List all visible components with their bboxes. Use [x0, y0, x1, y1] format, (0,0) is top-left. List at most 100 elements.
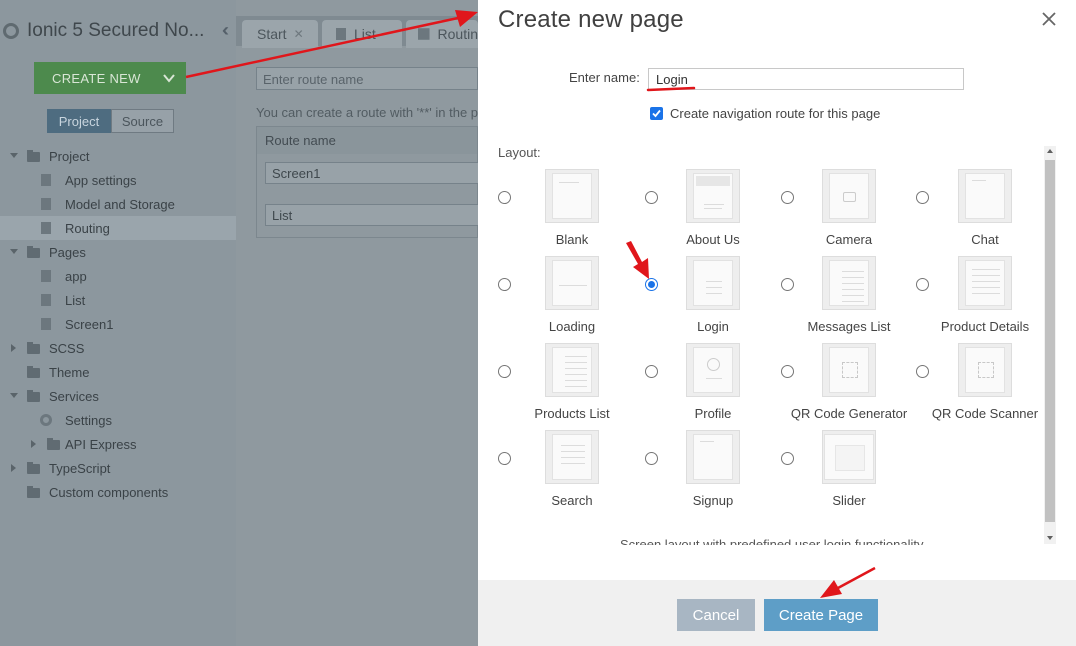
close-icon[interactable]: ✕	[294, 27, 304, 41]
layout-label-messages-list[interactable]: Messages List	[774, 319, 924, 334]
about-layout-icon[interactable]	[686, 169, 740, 223]
layout-label-chat[interactable]: Chat	[910, 232, 1060, 247]
tree-item-settings[interactable]: Settings	[0, 408, 236, 432]
profile-layout-icon[interactable]	[686, 343, 740, 397]
layout-radio-qr-code-generator[interactable]	[781, 365, 794, 378]
slider-layout-icon[interactable]	[822, 430, 876, 484]
tab-list[interactable]: List	[322, 20, 402, 48]
tree-item-app-settings[interactable]: App settings	[0, 168, 236, 192]
layout-radio-qr-code-scanner[interactable]	[916, 365, 929, 378]
create-new-button[interactable]: CREATE NEW	[34, 62, 186, 94]
source-segment[interactable]: Source	[111, 109, 174, 133]
layout-radio-profile[interactable]	[645, 365, 658, 378]
layout-label-login[interactable]: Login	[638, 319, 788, 334]
layout-label-about-us[interactable]: About Us	[638, 232, 788, 247]
tree-item-api-express[interactable]: API Express	[0, 432, 236, 456]
layout-radio-camera[interactable]	[781, 191, 794, 204]
layout-label-product-details[interactable]: Product Details	[910, 319, 1060, 334]
nav-route-label[interactable]: Create navigation route for this page	[670, 106, 880, 121]
layout-label-search[interactable]: Search	[497, 493, 647, 508]
tree-item-project[interactable]: Project	[0, 144, 236, 168]
tree-item-custom-components[interactable]: Custom components	[0, 480, 236, 504]
layout-label-blank[interactable]: Blank	[497, 232, 647, 247]
create-page-button[interactable]: Create Page	[764, 599, 878, 631]
layout-radio-signup[interactable]	[645, 452, 658, 465]
layout-label-signup[interactable]: Signup	[638, 493, 788, 508]
scroll-up-icon[interactable]	[1047, 149, 1053, 153]
page-name-input[interactable]	[648, 68, 964, 90]
expand-down-icon[interactable]	[10, 249, 18, 254]
layout-radio-about-us[interactable]	[645, 191, 658, 204]
layout-radio-blank[interactable]	[498, 191, 511, 204]
tree-item-screen1[interactable]: Screen1	[0, 312, 236, 336]
thumb-line	[565, 380, 587, 381]
layout-radio-products-list[interactable]	[498, 365, 511, 378]
create-page-dialog: Create new page Enter name: Create navig…	[478, 0, 1076, 646]
layout-radio-product-details[interactable]	[916, 278, 929, 291]
tree-item-app[interactable]: app	[0, 264, 236, 288]
scroll-down-icon[interactable]	[1047, 536, 1053, 540]
close-icon[interactable]	[1040, 10, 1058, 28]
expand-right-icon[interactable]	[11, 464, 16, 472]
thumb-line	[559, 182, 579, 183]
tree-item-model-and-storage[interactable]: Model and Storage	[0, 192, 236, 216]
scroll-thumb[interactable]	[1045, 160, 1055, 522]
layout-radio-loading[interactable]	[498, 278, 511, 291]
cancel-button[interactable]: Cancel	[677, 599, 755, 631]
folder-icon	[27, 462, 40, 474]
thumb-line	[972, 287, 1000, 288]
thumb-line	[972, 180, 986, 181]
camera-layout-icon[interactable]	[822, 169, 876, 223]
chevron-down-icon[interactable]	[162, 71, 176, 85]
expand-right-icon[interactable]	[31, 440, 36, 448]
expand-down-icon[interactable]	[10, 393, 18, 398]
layout-radio-login[interactable]	[645, 278, 658, 291]
layout-scrollbar[interactable]	[1044, 146, 1056, 544]
tree-item-label: SCSS	[49, 340, 85, 356]
layout-radio-search[interactable]	[498, 452, 511, 465]
tree-item-list[interactable]: List	[0, 288, 236, 312]
messages-layout-icon[interactable]	[822, 256, 876, 310]
tree-item-scss[interactable]: SCSS	[0, 336, 236, 360]
thumb-line	[706, 378, 722, 379]
layout-label-qr-code-scanner[interactable]: QR Code Scanner	[910, 406, 1060, 421]
search-layout-icon[interactable]	[545, 430, 599, 484]
layout-radio-messages-list[interactable]	[781, 278, 794, 291]
layout-label-camera[interactable]: Camera	[774, 232, 924, 247]
expand-down-icon[interactable]	[10, 153, 18, 158]
project-segment[interactable]: Project	[47, 109, 111, 133]
login-layout-icon[interactable]	[686, 256, 740, 310]
tab-routing[interactable]: Routin	[406, 20, 478, 48]
layout-radio-slider[interactable]	[781, 452, 794, 465]
collapse-sidebar-icon[interactable]: ‹‹	[222, 20, 229, 41]
qr-scanner-layout-icon[interactable]	[958, 343, 1012, 397]
tab-start[interactable]: Start ✕	[242, 20, 318, 48]
loading-layout-icon[interactable]	[545, 256, 599, 310]
chat-layout-icon[interactable]	[958, 169, 1012, 223]
tree-item-label: Project	[49, 148, 90, 164]
layout-label-loading[interactable]: Loading	[497, 319, 647, 334]
tree-item-services[interactable]: Services	[0, 384, 236, 408]
tree-item-routing[interactable]: Routing	[0, 216, 236, 240]
layout-radio-chat[interactable]	[916, 191, 929, 204]
layout-label-qr-code-generator[interactable]: QR Code Generator	[774, 406, 924, 421]
products-list-layout-icon[interactable]	[545, 343, 599, 397]
layout-label-products-list[interactable]: Products List	[497, 406, 647, 421]
route-row-screen1[interactable]: Screen1	[265, 162, 479, 184]
layout-label-profile[interactable]: Profile	[638, 406, 788, 421]
tree-item-typescript[interactable]: TypeScript	[0, 456, 236, 480]
blank-layout-icon[interactable]	[545, 169, 599, 223]
nav-route-checkbox[interactable]	[650, 107, 663, 120]
route-row-list[interactable]: List	[265, 204, 479, 226]
route-table: Route name Screen1 List	[256, 126, 479, 238]
expand-right-icon[interactable]	[11, 344, 16, 352]
tree-item-pages[interactable]: Pages	[0, 240, 236, 264]
product-details-layout-icon[interactable]	[958, 256, 1012, 310]
route-name-input[interactable]: Enter route name	[256, 67, 478, 90]
thumb-line	[842, 295, 864, 296]
signup-layout-icon[interactable]	[686, 430, 740, 484]
qr-generator-layout-icon[interactable]	[822, 343, 876, 397]
layout-label-slider[interactable]: Slider	[774, 493, 924, 508]
tree-item-theme[interactable]: Theme	[0, 360, 236, 384]
thumb-paper	[965, 347, 1005, 393]
